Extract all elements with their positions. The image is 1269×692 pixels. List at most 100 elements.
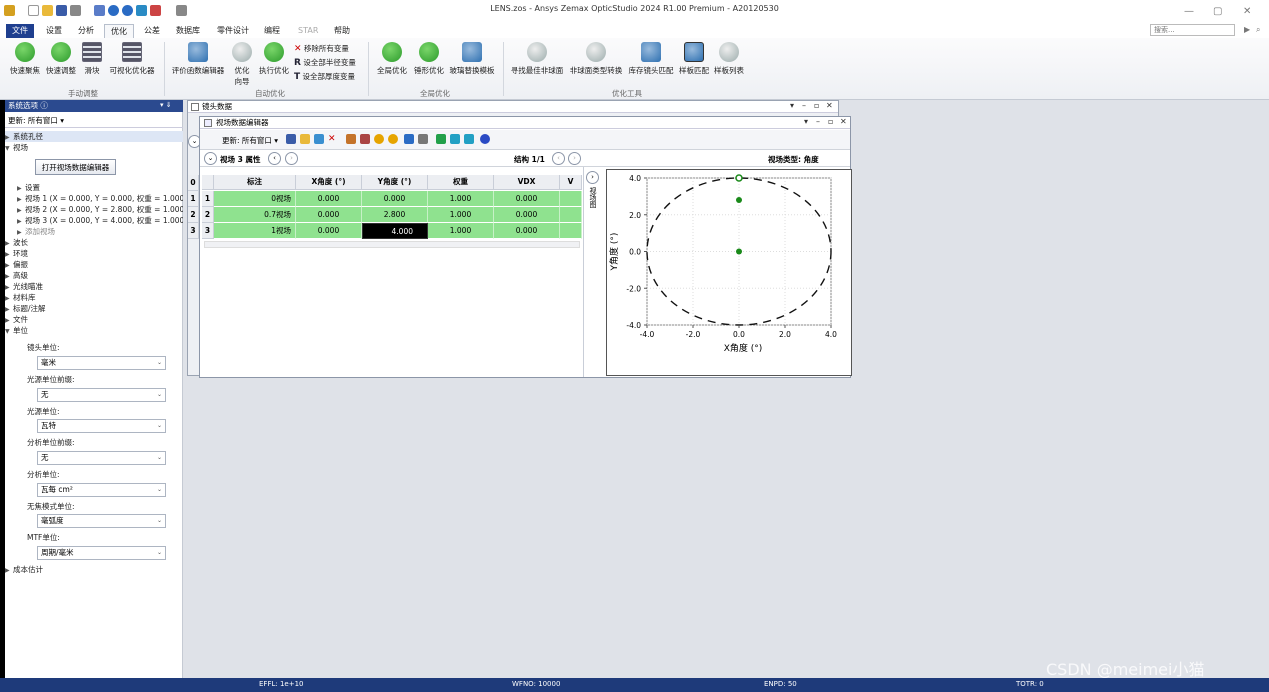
set-all-thickness-variable-button[interactable]: T 设全部厚度变量 bbox=[294, 71, 355, 82]
normalize-icon[interactable] bbox=[374, 134, 384, 144]
source-prefix-select[interactable]: 无 ⌄ bbox=[37, 388, 166, 402]
tree-item-field-3[interactable]: ▶ 视场 3 (X = 0.000, Y = 4.000, 权重 = 1.000) bbox=[17, 215, 187, 226]
next-field-icon[interactable]: › bbox=[285, 152, 298, 165]
column-header[interactable]: V bbox=[560, 175, 582, 190]
tab-help[interactable]: 帮助 bbox=[328, 24, 356, 38]
tree-item-wavelengths[interactable]: ▶ 波长 bbox=[5, 237, 28, 248]
table-cell[interactable]: 0.000 bbox=[296, 191, 362, 207]
swap-icon[interactable] bbox=[436, 134, 446, 144]
column-header[interactable]: 权重 bbox=[428, 175, 494, 190]
table-cell[interactable]: 1.000 bbox=[428, 223, 494, 239]
mtf-units-select[interactable]: 周期/毫米 ⌄ bbox=[37, 546, 166, 560]
tree-item-environment[interactable]: ▶ 环境 bbox=[5, 248, 28, 259]
row-number[interactable]: 2 bbox=[202, 207, 214, 223]
previous-field-icon[interactable]: ‹ bbox=[268, 152, 281, 165]
table-cell[interactable]: 1.000 bbox=[428, 191, 494, 207]
open-field-editor-button[interactable]: 打开视场数据编辑器 bbox=[35, 159, 116, 175]
tree-item-title-notes[interactable]: ▶ 标题/注解 bbox=[5, 303, 46, 314]
maximize-icon[interactable]: ▫ bbox=[814, 101, 819, 110]
tree-item-aperture[interactable]: ▶ 系统孔径 bbox=[5, 131, 183, 142]
asphere-conversion-button[interactable]: 非球面类型转换 bbox=[567, 42, 625, 76]
expand-pane-icon[interactable]: › bbox=[586, 171, 599, 184]
arrow-both-icon[interactable] bbox=[450, 134, 460, 144]
minimize-icon[interactable]: — bbox=[1184, 6, 1194, 17]
row-number[interactable]: 3 bbox=[202, 223, 214, 239]
afocal-units-select[interactable]: 毫弧度 ⌄ bbox=[37, 514, 166, 528]
table-cell[interactable]: 0.000 bbox=[494, 207, 560, 223]
hammer-optimization-button[interactable]: 锤形优化 bbox=[411, 42, 447, 76]
table-cell[interactable]: 0.000 bbox=[362, 191, 428, 207]
convert-icon[interactable] bbox=[404, 134, 414, 144]
tab-part-designer[interactable]: 零件设计 bbox=[211, 24, 255, 38]
tree-item-material-catalogs[interactable]: ▶ 材料库 bbox=[5, 292, 36, 303]
minimize-icon[interactable]: – bbox=[802, 101, 806, 110]
table-cell[interactable]: 0.7视场 bbox=[214, 207, 296, 223]
stock-lens-matching-button[interactable]: 库存镜头匹配 bbox=[626, 42, 676, 76]
collapse-icon[interactable]: ⌄ bbox=[204, 152, 217, 165]
help-icon[interactable] bbox=[480, 134, 490, 144]
tab-file[interactable]: 文件 bbox=[6, 24, 34, 38]
tree-item-settings[interactable]: ▶ 设置 bbox=[17, 182, 40, 193]
set-all-radii-variable-button[interactable]: R 设全部半径变量 bbox=[294, 57, 356, 68]
column-header[interactable]: VDX bbox=[494, 175, 560, 190]
tab-tolerance[interactable]: 公差 bbox=[138, 24, 166, 38]
analysis-prefix-select[interactable]: 无 ⌄ bbox=[37, 451, 166, 465]
search-icon[interactable]: ⌕ bbox=[1256, 25, 1260, 35]
previous-config-icon[interactable]: ‹ bbox=[552, 152, 565, 165]
lens-units-select[interactable]: 毫米 ⌄ bbox=[37, 356, 166, 370]
tree-item-units[interactable]: ▼ 单位 bbox=[5, 325, 28, 336]
table-cell[interactable]: 1视场 bbox=[214, 223, 296, 239]
find-best-asphere-button[interactable]: 寻找最佳非球面 bbox=[507, 42, 567, 76]
table-cell[interactable]: 0.000 bbox=[494, 223, 560, 239]
tree-item-field-1[interactable]: ▶ 视场 1 (X = 0.000, Y = 0.000, 权重 = 1.000) bbox=[17, 193, 187, 204]
glass-substitution-button[interactable]: 玻璃替换模板 bbox=[447, 42, 497, 76]
pane-divider[interactable] bbox=[583, 167, 584, 377]
arrow-right-icon[interactable] bbox=[464, 134, 474, 144]
slider-button[interactable]: 滑块 bbox=[80, 42, 104, 76]
tree-item-field-2[interactable]: ▶ 视场 2 (X = 0.000, Y = 2.800, 权重 = 1.000) bbox=[17, 204, 187, 215]
source-units-select[interactable]: 瓦特 ⌄ bbox=[37, 419, 166, 433]
merit-function-editor-button[interactable]: 评价函数编辑器 bbox=[168, 42, 228, 76]
maximize-icon[interactable]: ▫ bbox=[828, 117, 833, 126]
horizontal-scrollbar[interactable] bbox=[204, 241, 580, 248]
table-cell[interactable]: 0.000 bbox=[296, 223, 362, 239]
global-search-button[interactable]: 全局优化 bbox=[374, 42, 410, 76]
save-icon[interactable] bbox=[286, 134, 296, 144]
tab-libraries[interactable]: 数据库 bbox=[170, 24, 206, 38]
quick-adjust-button[interactable]: 快速调整 bbox=[44, 42, 78, 76]
tree-item-files[interactable]: ▶ 文件 bbox=[5, 314, 28, 325]
table-cell[interactable]: 0.000 bbox=[296, 207, 362, 223]
test-plate-list-button[interactable]: 样板列表 bbox=[711, 42, 747, 76]
tab-analyze[interactable]: 分析 bbox=[72, 24, 100, 38]
table-cell[interactable]: 0.000 bbox=[494, 191, 560, 207]
window-menu-icon[interactable]: ▾ bbox=[790, 101, 794, 110]
column-header[interactable]: 标注 bbox=[214, 175, 296, 190]
window-menu-icon[interactable]: ▾ bbox=[804, 117, 808, 126]
tab-optimize[interactable]: 优化 bbox=[104, 24, 134, 38]
load-icon[interactable] bbox=[300, 134, 310, 144]
table-cell[interactable]: 1.000 bbox=[428, 207, 494, 223]
field-plot-tab[interactable]: 视场图 bbox=[586, 187, 598, 208]
close-icon[interactable]: ✕ bbox=[840, 117, 847, 126]
analysis-units-select[interactable]: 瓦每 cm² ⌄ bbox=[37, 483, 166, 497]
next-config-icon[interactable]: › bbox=[568, 152, 581, 165]
table-cell[interactable] bbox=[560, 223, 582, 239]
row-number[interactable]: 1 bbox=[202, 191, 214, 207]
tree-item-ray-aiming[interactable]: ▶ 光线瞄准 bbox=[5, 281, 43, 292]
tree-item-polarization[interactable]: ▶ 偏振 bbox=[5, 259, 28, 270]
tree-item-advanced[interactable]: ▶ 高级 bbox=[5, 270, 28, 281]
table-cell-editing[interactable]: 4.000 bbox=[362, 223, 428, 239]
table-cell[interactable]: 0视场 bbox=[214, 191, 296, 207]
optimize-button[interactable]: 执行优化 bbox=[256, 42, 292, 76]
tab-star[interactable]: STAR bbox=[292, 24, 324, 38]
tree-item-add-field[interactable]: ▶ 添加视场 bbox=[17, 226, 55, 237]
table-cell[interactable]: 2.800 bbox=[362, 207, 428, 223]
test-plate-fit-button[interactable]: 样板匹配 bbox=[677, 42, 711, 76]
sort-icon[interactable] bbox=[360, 134, 370, 144]
search-input[interactable]: 搜索... bbox=[1150, 24, 1235, 36]
play-icon[interactable]: ▶ bbox=[1244, 25, 1250, 34]
quick-focus-button[interactable]: 快速聚焦 bbox=[8, 42, 42, 76]
visual-optimizer-button[interactable]: 可视化优化器 bbox=[106, 42, 158, 76]
tab-programming[interactable]: 编程 bbox=[258, 24, 286, 38]
maximize-icon[interactable]: ▢ bbox=[1213, 6, 1222, 17]
